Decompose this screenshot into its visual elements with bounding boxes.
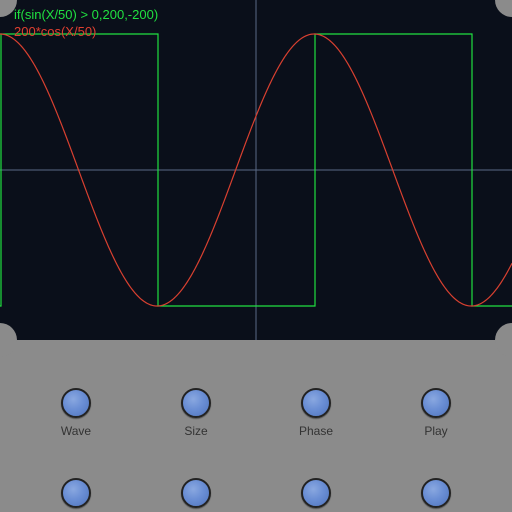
controls-row-1: Wave Size Phase Play: [0, 388, 512, 438]
size-label: Size: [184, 424, 207, 438]
knob-7[interactable]: [301, 478, 331, 508]
knob-8[interactable]: [421, 478, 451, 508]
wave-label: Wave: [61, 424, 91, 438]
size-knob[interactable]: [181, 388, 211, 418]
knob-group-size: Size: [156, 388, 236, 438]
knob-group-play: Play: [396, 388, 476, 438]
knob-5[interactable]: [61, 478, 91, 508]
oscilloscope-plot: [0, 0, 512, 340]
play-knob[interactable]: [421, 388, 451, 418]
trace-legend: if(sin(X/50) > 0,200,-200) 200*cos(X/50): [14, 6, 158, 40]
knob-group-7: [276, 478, 356, 512]
knob-group-wave: Wave: [36, 388, 116, 438]
play-label: Play: [424, 424, 447, 438]
controls-panel: Wave Size Phase Play: [0, 340, 512, 512]
trace2-label: 200*cos(X/50): [14, 23, 158, 40]
wave-knob[interactable]: [61, 388, 91, 418]
controls-row-2: [0, 478, 512, 512]
phase-label: Phase: [299, 424, 333, 438]
knob-6[interactable]: [181, 478, 211, 508]
knob-group-phase: Phase: [276, 388, 356, 438]
oscilloscope-display: if(sin(X/50) > 0,200,-200) 200*cos(X/50): [0, 0, 512, 340]
knob-group-8: [396, 478, 476, 512]
knob-group-5: [36, 478, 116, 512]
trace1-label: if(sin(X/50) > 0,200,-200): [14, 6, 158, 23]
phase-knob[interactable]: [301, 388, 331, 418]
knob-group-6: [156, 478, 236, 512]
